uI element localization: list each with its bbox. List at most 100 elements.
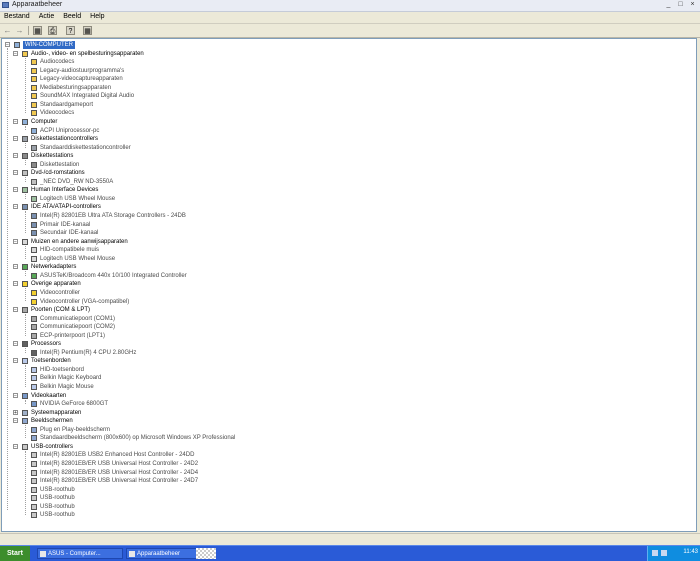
device-label: Standaardbeeldscherm (800x600) op Micros… <box>40 435 236 442</box>
tree-connector <box>25 194 26 199</box>
mouse-icon <box>22 238 28 245</box>
task-label: ASUS - Computer... <box>48 551 101 557</box>
collapse-toggle[interactable]: − <box>13 443 18 449</box>
menu-file[interactable]: Bestand <box>0 12 35 23</box>
usb-icon <box>31 495 37 502</box>
ide-icon <box>31 230 37 237</box>
keyboard-icon <box>31 384 37 390</box>
device-label: Communicatiepoort (COM1) <box>40 315 116 322</box>
task-label: Apparaatbeheer <box>137 551 181 557</box>
tree-connector <box>25 271 26 276</box>
device-label: Intel(R) Pentium(R) 4 CPU 2.80GHz <box>40 349 137 356</box>
sound-icon <box>31 76 37 83</box>
expand-toggle[interactable]: + <box>13 409 18 415</box>
device-label: Secundair IDE-kanaal <box>40 230 99 237</box>
collapse-toggle[interactable]: − <box>13 50 18 56</box>
floppy-controller-icon <box>31 144 37 151</box>
print-icon[interactable]: ⎙ <box>48 26 57 35</box>
device-label: ASUSTeK/Broadcom 440x 10/100 Integrated … <box>40 272 187 279</box>
collapse-toggle[interactable]: − <box>13 358 18 364</box>
device-label: Videocontroller (VGA-compatibel) <box>40 298 130 305</box>
floppy-drive-icon <box>22 153 28 160</box>
system-tray: 11:43 <box>647 546 700 561</box>
device-tree: − WIN-COMPUTER − Audio-, video- en spelbe… <box>1 38 697 532</box>
processor-icon <box>22 341 28 348</box>
collapse-toggle[interactable]: − <box>13 238 18 244</box>
collapse-toggle[interactable]: − <box>13 418 18 424</box>
status-bar <box>0 533 700 545</box>
device-label: Diskettestation <box>40 161 80 168</box>
port-icon <box>22 307 28 314</box>
collapse-toggle[interactable]: − <box>13 392 18 398</box>
hid-icon <box>31 195 37 202</box>
sound-icon <box>31 110 37 117</box>
network-tray-icon[interactable] <box>652 550 658 556</box>
mouse-icon <box>31 247 37 254</box>
tree-connector <box>25 348 26 353</box>
category-label: IDE ATA/ATAPI-controllers <box>31 204 101 211</box>
port-icon <box>31 332 37 339</box>
category-label: Videokaarten <box>31 392 67 399</box>
category-label: Poorten (COM & LPT) <box>31 307 91 314</box>
device-manager-icon <box>2 2 9 8</box>
collapse-toggle[interactable]: − <box>13 170 18 176</box>
device-label: Belkin Magic Mouse <box>40 384 94 390</box>
toolbar: ← → ▦ ⎙ ? ▦ <box>0 24 700 38</box>
usb-icon <box>31 452 37 459</box>
collapse-toggle[interactable]: − <box>13 136 18 142</box>
scan-hardware-icon[interactable]: ▦ <box>83 26 92 35</box>
task-button-asus[interactable]: ASUS - Computer... <box>37 548 123 559</box>
taskbar-thumbnail <box>196 548 216 559</box>
sound-icon <box>31 101 37 108</box>
collapse-toggle[interactable]: − <box>13 307 18 313</box>
tree-connector <box>25 57 26 114</box>
keyboard-icon <box>31 375 37 382</box>
monitor-icon <box>22 418 28 425</box>
device-label: Intel(R) 82801EB/ER USB Universal Host C… <box>40 478 199 485</box>
usb-icon <box>31 478 37 485</box>
tree-connector <box>7 48 8 510</box>
close-button[interactable]: × <box>687 1 698 9</box>
start-button[interactable]: Start <box>0 546 30 561</box>
usb-icon <box>31 512 37 519</box>
port-icon <box>31 315 37 322</box>
collapse-toggle[interactable]: − <box>13 153 18 159</box>
hid-icon <box>22 187 28 194</box>
window-controls: _ □ × <box>663 1 698 9</box>
network-icon <box>22 264 28 271</box>
usb-icon <box>22 443 28 450</box>
collapse-toggle[interactable]: − <box>13 264 18 270</box>
title-bar: Apparaatbeheer _ □ × <box>0 0 700 12</box>
usb-icon <box>31 486 37 493</box>
browser-icon <box>40 551 46 557</box>
properties-icon[interactable]: ▦ <box>33 26 42 35</box>
category-label: Diskettestations <box>31 153 74 160</box>
volume-tray-icon[interactable] <box>661 550 667 556</box>
tree-connector <box>25 450 26 516</box>
category-label: Processors <box>31 341 62 348</box>
device-label: Standaardgameport <box>40 101 94 108</box>
collapse-toggle[interactable]: − <box>13 187 18 193</box>
collapse-toggle[interactable]: − <box>5 42 10 48</box>
minimize-button[interactable]: _ <box>663 1 674 9</box>
collapse-toggle[interactable]: − <box>13 118 18 124</box>
device-label: Primair IDE-kanaal <box>40 221 91 228</box>
collapse-toggle[interactable]: − <box>13 341 18 347</box>
menu-action[interactable]: Actie <box>35 12 60 23</box>
processor-icon <box>31 349 37 356</box>
forward-arrow-icon[interactable]: → <box>15 26 24 35</box>
sound-icon <box>31 93 37 100</box>
tree-connector <box>25 160 26 165</box>
system-icon <box>22 409 28 416</box>
menu-help[interactable]: Help <box>86 12 109 23</box>
device-label: USB-roothub <box>40 486 75 493</box>
category-label: Systeemapparaten <box>31 409 82 416</box>
device-label: SoundMAX Integrated Digital Audio <box>40 93 135 100</box>
help-icon[interactable]: ? <box>66 26 75 35</box>
collapse-toggle[interactable]: − <box>13 204 18 210</box>
maximize-button[interactable]: □ <box>675 1 686 9</box>
back-arrow-icon[interactable]: ← <box>3 26 12 35</box>
device-label: USB-roothub <box>40 503 75 510</box>
menu-view[interactable]: Beeld <box>59 12 86 23</box>
collapse-toggle[interactable]: − <box>13 281 18 287</box>
